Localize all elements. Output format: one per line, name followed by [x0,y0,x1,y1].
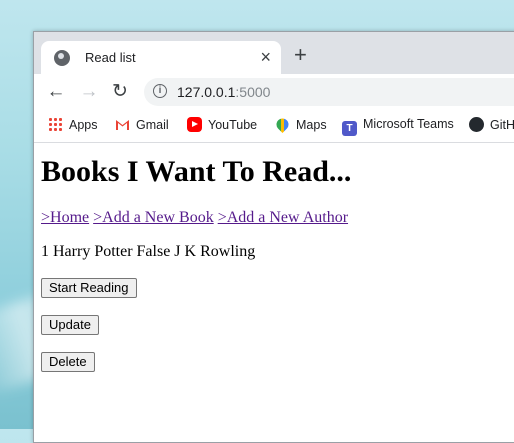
nav-links: >Home >Add a New Book >Add a New Author [41,209,348,227]
bookmark-label: Microsoft Teams [363,117,454,131]
bookmark-apps[interactable]: Apps [48,117,98,132]
bookmark-label: Maps [296,118,327,132]
browser-window: Read list × + ← → ↻ i 127.0.0.1:5000 App… [33,31,514,443]
bookmark-label: GitH [490,118,514,132]
url-host: 127.0.0.1 [177,84,236,100]
site-info-icon[interactable]: i [153,84,167,98]
add-book-link[interactable]: >Add a New Book [93,209,214,226]
address-bar[interactable]: i 127.0.0.1:5000 [144,78,514,106]
reload-button[interactable]: ↻ [109,81,131,103]
book-record: 1 Harry Potter False J K Rowling [41,243,256,260]
bookmark-github[interactable]: GitH [469,117,514,132]
add-author-link[interactable]: >Add a New Author [218,209,348,226]
address-toolbar: ← → ↻ i 127.0.0.1:5000 [34,74,514,110]
page-content: Books I Want To Read... >Home >Add a New… [34,143,514,442]
youtube-icon [187,117,202,132]
github-icon [469,117,484,132]
bookmarks-bar: Apps Gmail YouTube Maps T Microsoft Teams… [34,110,514,143]
gmail-icon [115,117,130,132]
tab-strip: Read list × + [34,32,514,75]
maps-icon [274,116,291,133]
bookmark-label: YouTube [208,118,258,132]
bookmark-youtube[interactable]: YouTube [187,117,257,132]
tab-title: Read list [85,50,136,65]
update-button[interactable]: Update [41,315,99,335]
bookmark-label: Gmail [136,118,169,132]
bookmark-maps[interactable]: Maps [274,116,327,133]
url-port: :5000 [235,84,271,100]
start-reading-button[interactable]: Start Reading [41,278,137,298]
bookmark-microsoft-teams[interactable]: T Microsoft Teams [342,117,454,136]
new-tab-button[interactable]: + [294,44,307,66]
back-button[interactable]: ← [45,81,67,103]
page-title: Books I Want To Read... [41,155,352,188]
globe-icon [54,50,70,66]
forward-button[interactable]: → [78,81,100,103]
url-text: 127.0.0.1:5000 [177,84,270,100]
bookmark-label: Apps [69,118,98,132]
bookmark-gmail[interactable]: Gmail [115,117,169,132]
tab-read-list[interactable]: Read list × [41,41,281,75]
teams-icon: T [342,121,357,136]
home-link[interactable]: >Home [41,209,89,226]
delete-button[interactable]: Delete [41,352,95,372]
apps-grid-icon [48,117,63,132]
close-tab-icon[interactable]: × [260,47,271,67]
